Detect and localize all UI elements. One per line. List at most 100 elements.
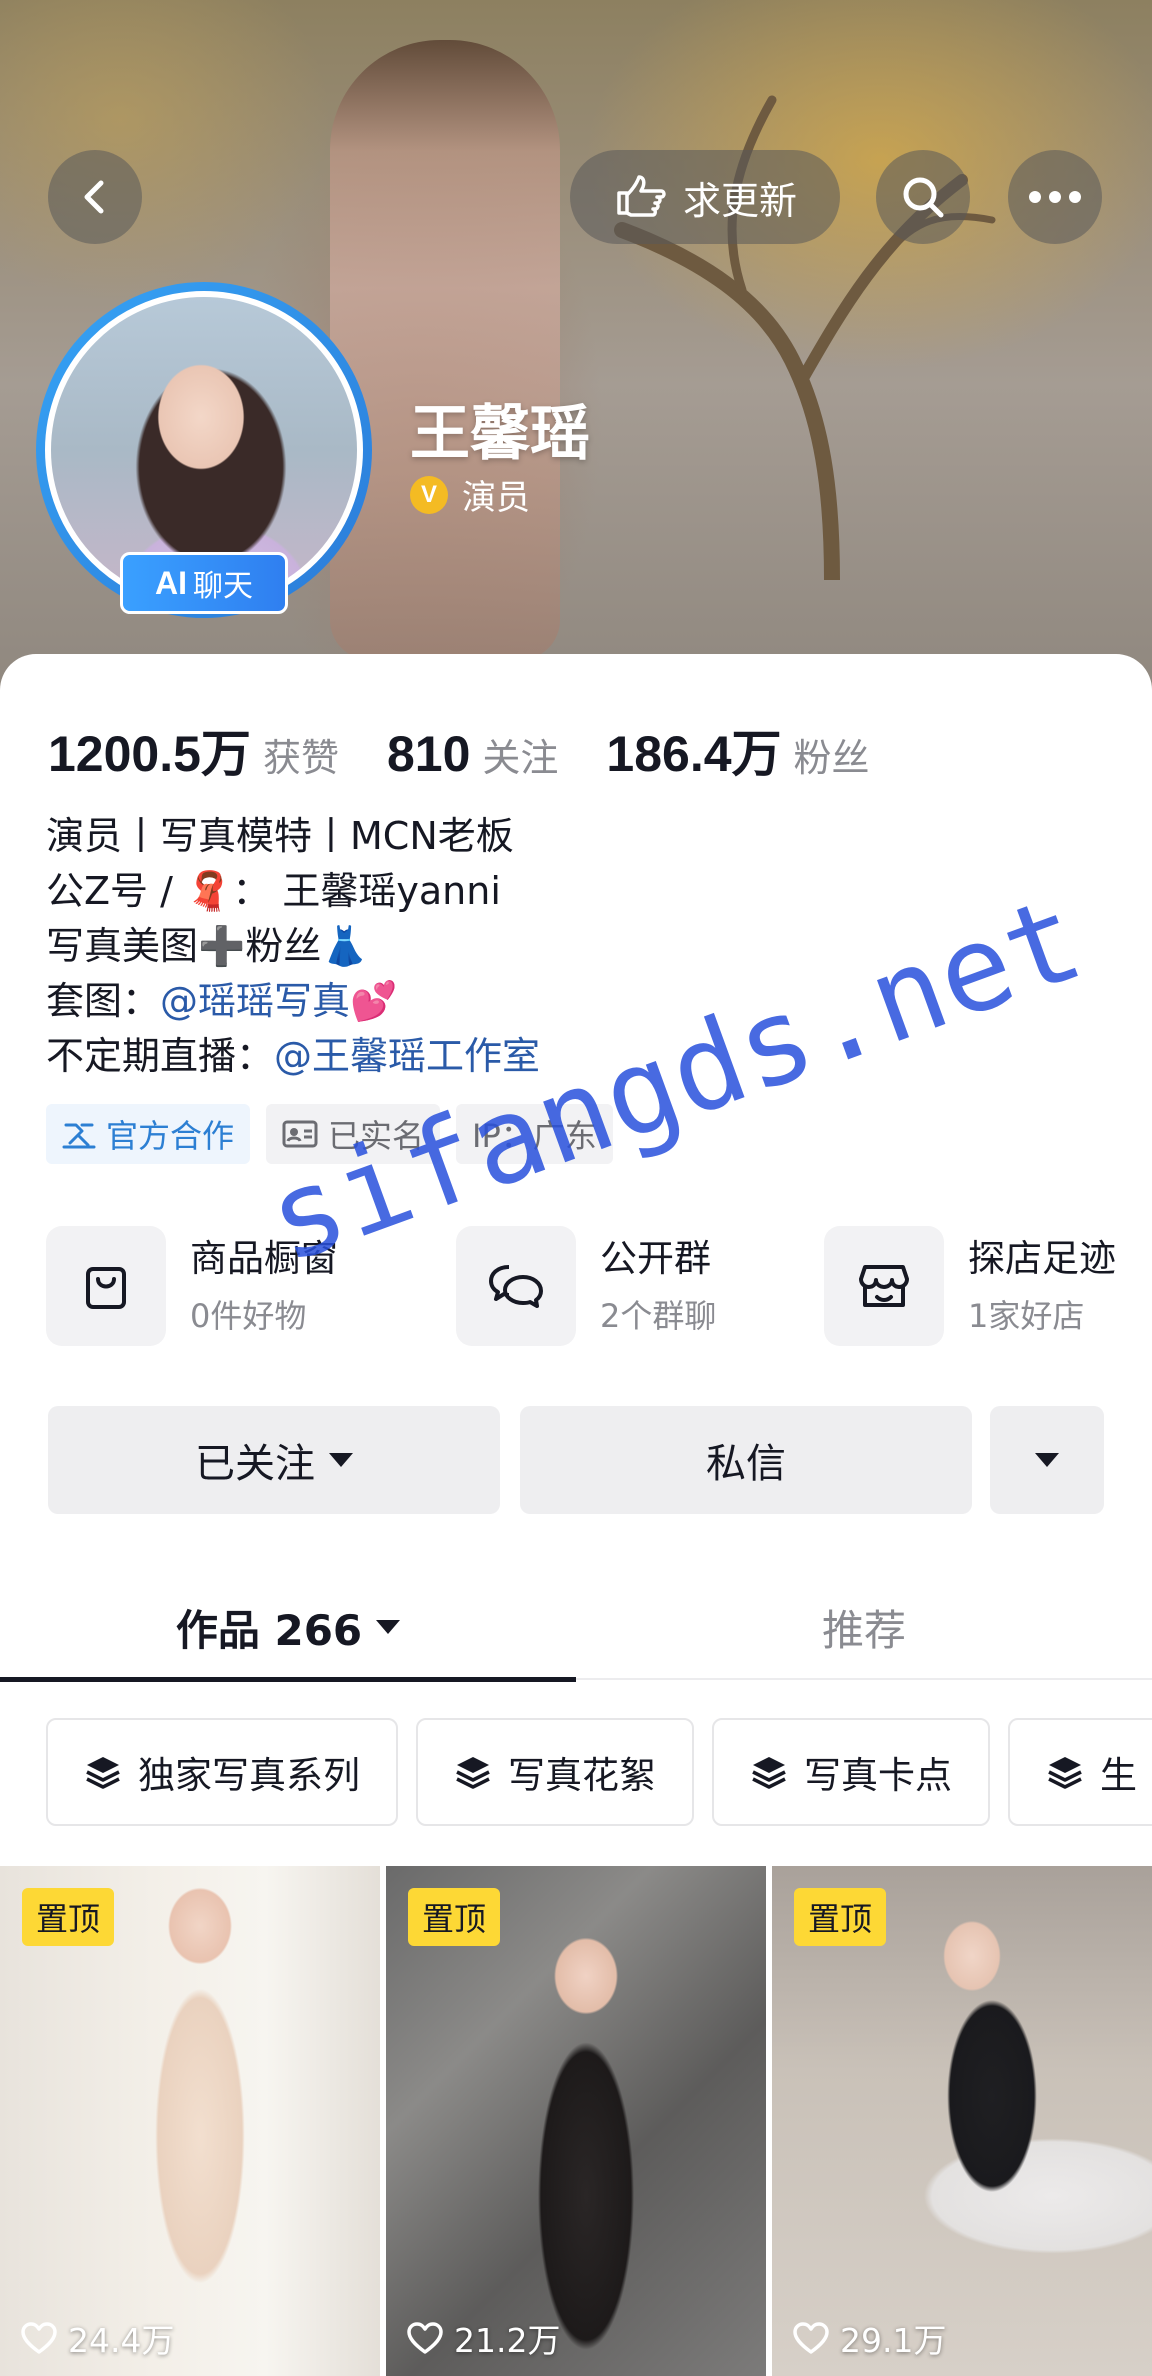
store-icon — [859, 1265, 909, 1307]
stat-followers[interactable]: 186.4万 粉丝 — [606, 714, 869, 786]
layers-icon — [86, 1757, 120, 1789]
collection-label: 独家写真系列 — [138, 1754, 360, 1797]
tab-recommend-label: 推荐 — [821, 1605, 906, 1655]
message-label: 私信 — [706, 1441, 786, 1487]
caret-down-icon — [376, 1620, 401, 1634]
more-dots-icon — [1029, 191, 1081, 203]
content-tabs: 作品 266 推荐 — [0, 1574, 1152, 1680]
request-update-button[interactable]: 求更新 — [570, 150, 840, 244]
collection-chip[interactable]: 独家写真系列 — [46, 1718, 398, 1826]
chat-bubbles-icon — [489, 1265, 543, 1308]
cover-tree — [614, 95, 996, 580]
dress-emoji: 👗 — [321, 924, 369, 968]
followed-label: 已关注 — [195, 1441, 315, 1487]
service-text: 公开群 2个群聊 — [600, 1234, 716, 1338]
followed-button[interactable]: 已关注 — [48, 1406, 500, 1514]
service-title: 商品橱窗 — [190, 1237, 338, 1280]
pinned-badge: 置顶 — [408, 1888, 501, 1946]
mention-link[interactable]: @王馨瑶工作室 — [274, 1034, 540, 1078]
profile-cover: 求更新 AI 聊天 王馨瑶 V 演员 — [0, 0, 1152, 700]
tag-realname: 已实名 — [266, 1104, 441, 1164]
scarf-emoji: 🧣 — [185, 869, 233, 913]
stat-following[interactable]: 810 关注 — [387, 725, 558, 783]
bio-line: 演员丨写真模特丨MCN老板 — [46, 814, 514, 858]
video-likes: 21.2万 — [406, 2314, 560, 2362]
verified-icon: V — [410, 475, 448, 514]
search-button[interactable] — [876, 150, 970, 244]
likes-count: 21.2万 — [454, 2321, 561, 2360]
bio: 演员丨写真模特丨MCN老板 公Z号 / 🧣： 王馨瑶yanni 写真美图➕粉丝👗… — [46, 809, 540, 1084]
stats-row: 1200.5万 获赞 810 关注 186.4万 粉丝 — [48, 714, 918, 786]
collections-row: 独家写真系列 写真花絮 写真卡点 生 — [46, 1718, 1152, 1828]
id-card-icon — [282, 1120, 318, 1148]
heart-icon — [793, 2322, 829, 2354]
hearts-emoji: 💕 — [350, 979, 398, 1023]
tag-official-cooperation[interactable]: 官方合作 — [46, 1104, 251, 1164]
layers-icon — [1048, 1757, 1082, 1789]
collection-chip[interactable]: 写真卡点 — [712, 1718, 990, 1826]
service-title: 探店足迹 — [968, 1237, 1116, 1280]
chevron-left-icon — [84, 180, 104, 214]
pinned-badge: 置顶 — [794, 1888, 887, 1946]
ai-badge-ai: AI — [155, 564, 187, 601]
service-subtitle: 1家好店 — [968, 1297, 1085, 1335]
bio-text: 粉丝 — [245, 924, 322, 968]
profile-tags: 官方合作 已实名 IP：广东 — [46, 1104, 613, 1164]
tag-label: 官方合作 — [106, 1117, 235, 1155]
bio-line: 套图：@瑶瑶写真💕 — [46, 974, 540, 1029]
shopping-bag-icon — [86, 1267, 126, 1309]
bio-text: 套图： — [46, 979, 161, 1023]
services-row: 商品橱窗 0件好物 公开群 2个群聊 探店足迹 1家好店 — [46, 1224, 1152, 1348]
cover-figure — [330, 40, 560, 660]
stat-number: 810 — [386, 726, 471, 782]
bio-text: 不定期直播： — [46, 1034, 275, 1078]
service-shop-window[interactable]: 商品橱窗 0件好物 — [46, 1224, 338, 1348]
heart-icon — [21, 2322, 57, 2354]
layers-icon — [456, 1757, 490, 1789]
handshake-icon — [62, 1123, 96, 1149]
service-text: 商品橱窗 0件好物 — [190, 1234, 338, 1338]
search-icon — [903, 177, 944, 218]
likes-count: 24.4万 — [68, 2321, 175, 2360]
service-text: 探店足迹 1家好店 — [968, 1234, 1116, 1338]
verification: V 演员 — [410, 470, 530, 519]
profile-card: 1200.5万 获赞 810 关注 186.4万 粉丝 演员丨写真模特丨MCN老… — [0, 654, 1152, 2376]
video-thumbnail[interactable]: 置顶 21.2万 — [386, 1866, 766, 2376]
layers-icon — [752, 1757, 786, 1789]
caret-down-icon — [1035, 1453, 1059, 1467]
profile-name: 王馨瑶 — [410, 399, 590, 469]
video-thumbnail[interactable]: 置顶 29.1万 — [772, 1866, 1152, 2376]
collection-chip[interactable]: 写真花絮 — [416, 1718, 694, 1826]
stat-label: 获赞 — [262, 736, 339, 780]
mention-link[interactable]: @瑶瑶写真 — [160, 979, 350, 1023]
pinned-badge: 置顶 — [22, 1888, 115, 1946]
pointing-hand-icon — [617, 175, 666, 217]
tag-label: IP：广东 — [472, 1117, 597, 1155]
bio-text: 公Z号 / — [46, 869, 185, 913]
bio-text: ： 王馨瑶yanni — [232, 869, 501, 913]
bio-text: 写真美图 — [46, 924, 199, 968]
active-tab-indicator — [0, 1677, 576, 1682]
more-button[interactable] — [1008, 150, 1102, 244]
caret-down-icon — [329, 1453, 353, 1467]
service-store-visits[interactable]: 探店足迹 1家好店 — [824, 1224, 1116, 1348]
video-likes: 24.4万 — [20, 2314, 174, 2362]
tab-works[interactable]: 作品 266 — [0, 1574, 576, 1680]
stat-label: 粉丝 — [793, 736, 870, 780]
tab-recommend[interactable]: 推荐 — [576, 1574, 1152, 1680]
ai-chat-badge[interactable]: AI 聊天 — [120, 552, 288, 614]
request-update-label: 求更新 — [682, 178, 797, 223]
more-actions-button[interactable] — [990, 1406, 1104, 1514]
stat-likes[interactable]: 1200.5万 获赞 — [48, 714, 339, 786]
back-button[interactable] — [48, 150, 142, 244]
bio-line: 写真美图➕粉丝👗 — [46, 919, 540, 974]
message-button[interactable]: 私信 — [520, 1406, 972, 1514]
service-icon-box — [824, 1226, 944, 1346]
video-thumbnail[interactable]: 置顶 24.4万 — [0, 1866, 380, 2376]
service-public-group[interactable]: 公开群 2个群聊 — [456, 1224, 716, 1348]
plus-emoji: ➕ — [198, 924, 246, 968]
stat-number: 1200.5万 — [48, 726, 251, 782]
tab-works-label: 作品 266 — [175, 1605, 363, 1655]
tag-ip-location: IP：广东 — [456, 1104, 613, 1164]
collection-chip[interactable]: 生 — [1008, 1718, 1152, 1826]
